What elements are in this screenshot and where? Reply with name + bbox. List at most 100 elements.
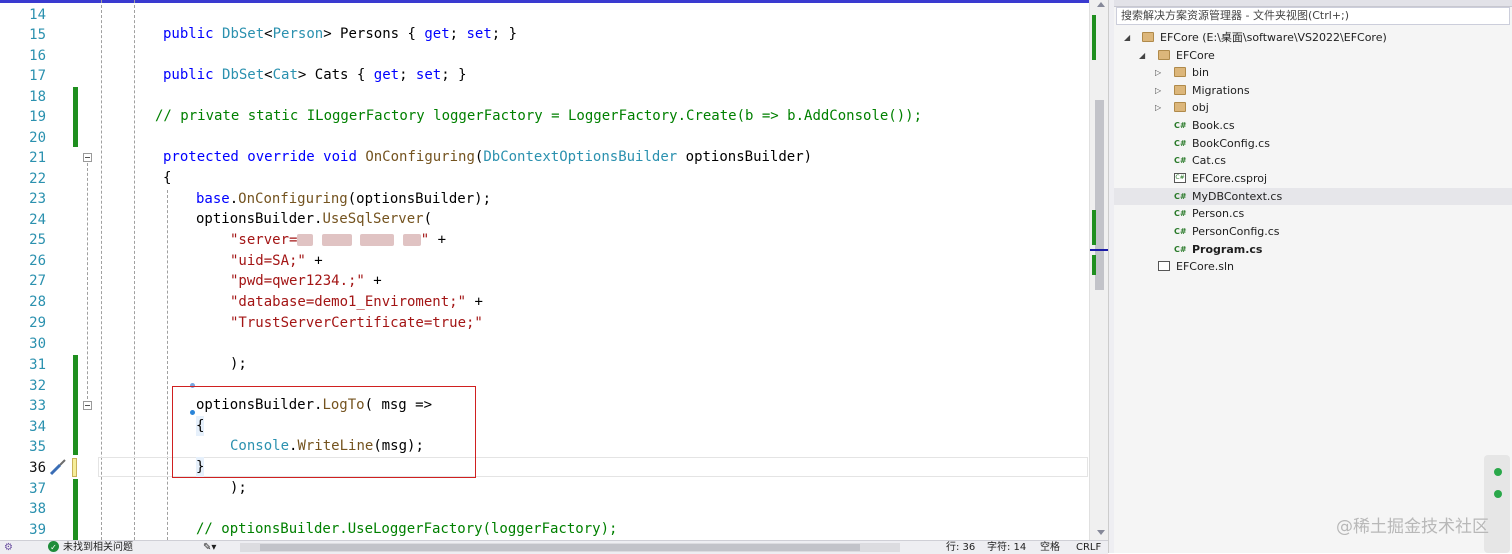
line-number: 23	[29, 191, 46, 207]
line-indicator[interactable]: 行: 36	[946, 541, 975, 554]
line-number: 20	[29, 130, 46, 146]
code-line-39[interactable]: // optionsBuilder.UseLoggerFactory(logge…	[196, 519, 617, 539]
tree-item-label: Person.cs	[1192, 207, 1245, 220]
tree-item-efcore[interactable]: ◢ EFCore	[1114, 47, 1512, 64]
line-number: 33	[29, 398, 46, 414]
code-line-23[interactable]: base.OnConfiguring(optionsBuilder);	[196, 189, 491, 209]
editor-top-border	[0, 0, 1108, 3]
code-line-26[interactable]: "uid=SA;" +	[230, 251, 323, 271]
solution-explorer: 搜索解决方案资源管理器 - 文件夹视图(Ctrl+;) ◢ EFCore (E:…	[1114, 0, 1512, 553]
scroll-up-arrow-icon[interactable]	[1097, 2, 1105, 7]
tree-item-solution-file[interactable]: EFCore.sln	[1114, 258, 1512, 275]
code-editor[interactable]: 14 15 16 17 18 19 20 21 22 23 24 25 26 2…	[0, 0, 1108, 540]
git-branch-icon[interactable]: ⚙	[4, 541, 13, 554]
redacted-text	[321, 234, 352, 246]
code-line-19[interactable]: // private static ILoggerFactory loggerF…	[155, 106, 922, 126]
csharp-file-icon: C#	[1174, 192, 1187, 201]
issues-status-text[interactable]: 未找到相关问题	[63, 541, 133, 554]
tree-item-file[interactable]: C# EFCore.csproj	[1114, 170, 1512, 187]
tree-item-label: EFCore.sln	[1176, 260, 1234, 273]
redacted-text	[402, 234, 421, 246]
code-line-25[interactable]: "server= " +	[230, 230, 446, 250]
code-line-28[interactable]: "database=demo1_Enviroment;" +	[230, 292, 483, 312]
code-line-31[interactable]: );	[230, 354, 247, 374]
collapse-arrow-icon[interactable]: ◢	[1139, 47, 1145, 64]
highlight-annotation-box	[172, 386, 476, 478]
line-number: 39	[29, 522, 46, 538]
line-number: 29	[29, 315, 46, 331]
whitespace-indicator[interactable]: 空格	[1040, 541, 1060, 554]
collapse-region-toggle[interactable]	[83, 401, 92, 410]
tree-item-file[interactable]: C# PersonConfig.cs	[1114, 223, 1512, 240]
code-line-24[interactable]: optionsBuilder.UseSqlServer(	[196, 209, 432, 229]
code-line-21[interactable]: protected override void OnConfiguring(Db…	[163, 147, 812, 167]
quick-actions-screwdriver-icon[interactable]	[48, 457, 68, 477]
tree-item-label: EFCore	[1176, 49, 1215, 62]
code-line-22[interactable]: {	[163, 168, 171, 188]
code-line-27[interactable]: "pwd=qwer1234.;" +	[230, 271, 382, 291]
line-number: 28	[29, 294, 46, 310]
line-number: 25	[29, 232, 46, 248]
scrollbar-change-marker	[1092, 255, 1096, 275]
line-number: 26	[29, 253, 46, 269]
tree-item-file-startup[interactable]: C# Program.cs	[1114, 241, 1512, 258]
csharp-file-icon: C#	[1174, 139, 1187, 148]
line-number: 17	[29, 68, 46, 84]
change-bar	[73, 355, 78, 455]
tree-item-file-selected[interactable]: C# MyDBContext.cs	[1114, 188, 1512, 205]
collapse-region-toggle[interactable]	[83, 153, 92, 162]
status-green-dot	[1494, 468, 1502, 476]
line-ending-indicator[interactable]: CRLF	[1076, 541, 1101, 554]
tree-item-label: BookConfig.cs	[1192, 137, 1270, 150]
editor-scrollbar-thumb[interactable]	[1095, 100, 1104, 290]
unsaved-change-marker	[72, 458, 77, 477]
watermark-text: @稀土掘金技术社区	[1336, 517, 1489, 537]
tree-item-obj[interactable]: ▷ obj	[1114, 99, 1512, 116]
line-number: 34	[29, 419, 46, 435]
code-line-29[interactable]: "TrustServerCertificate=true;"	[230, 313, 483, 333]
change-bar	[73, 479, 78, 540]
change-bar	[73, 87, 78, 147]
horizontal-scrollbar[interactable]	[240, 543, 900, 552]
fold-guide	[87, 163, 88, 399]
scroll-down-arrow-icon[interactable]	[1097, 530, 1105, 535]
code-cleanup-brush-icon[interactable]: ✎▾	[203, 541, 216, 554]
no-issues-check-icon: ✓	[48, 541, 59, 552]
status-green-dot	[1494, 490, 1502, 498]
tree-item-bin[interactable]: ▷ bin	[1114, 64, 1512, 81]
line-number: 19	[29, 109, 46, 125]
collapse-arrow-icon[interactable]: ◢	[1124, 29, 1130, 46]
scrollbar-caret-marker	[1090, 249, 1108, 251]
redacted-text	[360, 234, 395, 246]
tree-item-migrations[interactable]: ▷ Migrations	[1114, 82, 1512, 99]
csharp-file-icon: C#	[1174, 227, 1187, 236]
char-indicator[interactable]: 字符: 14	[987, 541, 1026, 554]
tree-item-file[interactable]: C# Book.cs	[1114, 117, 1512, 134]
line-number: 21	[29, 150, 46, 166]
tree-item-file[interactable]: C# Cat.cs	[1114, 152, 1512, 169]
tree-item-file[interactable]: C# BookConfig.cs	[1114, 135, 1512, 152]
tree-item-root[interactable]: ◢ EFCore (E:\桌面\software\VS2022\EFCore)	[1114, 29, 1512, 46]
line-number: 15	[29, 27, 46, 43]
tree-item-label: EFCore (E:\桌面\software\VS2022\EFCore)	[1160, 31, 1387, 44]
line-number: 37	[29, 481, 46, 497]
solution-explorer-search-input[interactable]: 搜索解决方案资源管理器 - 文件夹视图(Ctrl+;)	[1116, 7, 1510, 25]
folder-icon	[1142, 32, 1154, 42]
expand-arrow-icon[interactable]: ▷	[1155, 82, 1161, 99]
expand-arrow-icon[interactable]: ▷	[1155, 64, 1161, 81]
tree-item-label: Program.cs	[1192, 243, 1263, 256]
code-line-37[interactable]: );	[230, 478, 247, 498]
tree-item-label: EFCore.csproj	[1192, 172, 1268, 185]
scrollbar-change-marker	[1092, 15, 1096, 60]
solution-explorer-toolbar	[1114, 0, 1512, 7]
tree-item-label: obj	[1192, 101, 1209, 114]
line-number: 14	[29, 7, 46, 23]
csharp-file-icon: C#	[1174, 209, 1187, 218]
code-line-17[interactable]: public DbSet<Cat> Cats { get; set; }	[163, 65, 467, 85]
editor-status-bar: ⚙ ✓ 未找到相关问题 ✎▾ 行: 36 字符: 14 空格 CRLF	[0, 540, 1108, 554]
csharp-file-icon: C#	[1174, 121, 1187, 130]
horizontal-scrollbar-thumb[interactable]	[260, 544, 860, 551]
tree-item-file[interactable]: C# Person.cs	[1114, 205, 1512, 222]
code-line-15[interactable]: public DbSet<Person> Persons { get; set;…	[163, 24, 517, 44]
expand-arrow-icon[interactable]: ▷	[1155, 99, 1161, 116]
